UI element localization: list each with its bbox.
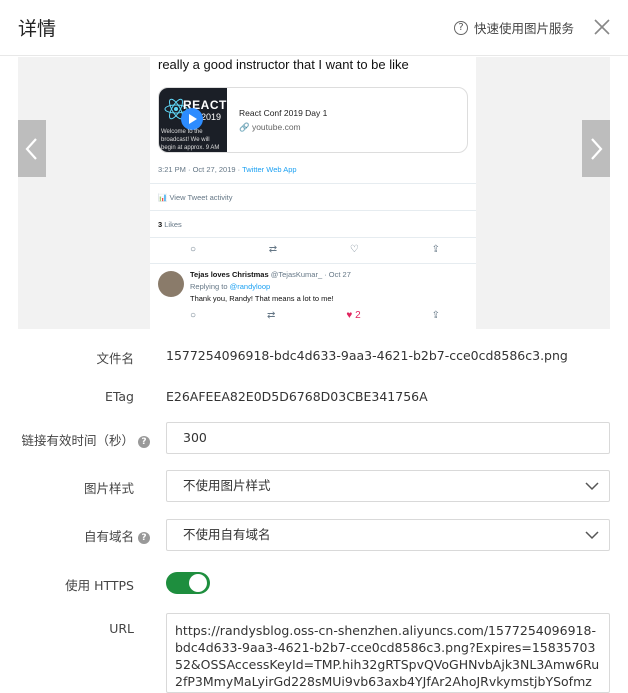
like-icon: ♡ — [349, 244, 359, 255]
url-label: URL — [109, 621, 134, 636]
link-card: REACT 2019 Welcome to the broadcast! We … — [158, 87, 468, 153]
custom-domain-label: 自有域名? — [60, 526, 150, 545]
style-label: 图片样式 — [83, 481, 134, 496]
quick-start-link[interactable]: ? 快速使用图片服务 — [454, 18, 574, 37]
divider — [150, 237, 476, 238]
url-textarea[interactable]: https://randysblog.oss-cn-shenzhen.aliyu… — [166, 613, 610, 693]
toggle-knob — [189, 574, 207, 592]
share-icon: ⇪ — [431, 244, 440, 255]
divider — [150, 210, 476, 211]
retweet-icon: ⇄ — [268, 244, 278, 255]
info-icon[interactable]: ? — [138, 532, 150, 544]
filename-label: 文件名 — [96, 351, 134, 366]
tweet-activity: 📊 View Tweet activity — [158, 193, 233, 202]
etag-value: E26AFEEA82E0D5D6768D03CBE341756A — [166, 389, 428, 404]
quick-start-label: 快速使用图片服务 — [474, 21, 575, 36]
https-label: 使用 HTTPS — [65, 578, 134, 593]
preview-image-tweet: really a good instructor that I want to … — [150, 57, 476, 329]
https-toggle[interactable] — [166, 572, 210, 594]
reply-icon: ○ — [190, 310, 197, 321]
card-image-caption: Welcome to the broadcast! We will begin … — [161, 129, 220, 151]
tweet-text: really a good instructor that I want to … — [158, 57, 409, 72]
chevron-down-icon — [585, 482, 599, 491]
dialog-header: 详情 ? 快速使用图片服务 — [0, 0, 628, 56]
etag-label: ETag — [104, 389, 134, 404]
image-preview: really a good instructor that I want to … — [18, 57, 610, 329]
reply-text: Thank you, Randy! That means a lot to me… — [190, 294, 334, 303]
share-icon: ⇪ — [431, 310, 440, 321]
reply-to: Replying to @randyloop — [190, 282, 271, 291]
reply-icon: ○ — [190, 244, 197, 255]
card-image-year: 2019 — [201, 112, 222, 122]
card-thumbnail: REACT 2019 Welcome to the broadcast! We … — [159, 88, 227, 152]
avatar — [158, 271, 184, 297]
expire-input[interactable]: 300 — [166, 422, 610, 454]
filename-value: 1577254096918-bdc4d633-9aa3-4621-b2b7-cc… — [166, 348, 568, 363]
help-icon: ? — [454, 20, 468, 35]
chevron-left-icon — [25, 137, 37, 160]
previous-image-button[interactable] — [18, 120, 46, 177]
next-image-button[interactable] — [582, 120, 610, 177]
tweet-time: 3:21 PM · Oct 27, 2019 · Twitter Web App — [158, 165, 297, 174]
chevron-down-icon — [585, 531, 599, 540]
divider — [150, 263, 476, 264]
like-icon: ♥ 2 — [346, 310, 361, 321]
info-icon[interactable]: ? — [138, 436, 150, 448]
custom-domain-select[interactable]: 不使用自有域名 — [166, 519, 610, 551]
close-icon[interactable] — [592, 17, 612, 37]
tweet-likes: 3 Likes — [158, 220, 182, 229]
card-title: React Conf 2019 Day 1 — [239, 108, 328, 118]
divider — [150, 183, 476, 184]
reply-actions: ○ ⇄ ♥ 2 ⇪ — [190, 310, 440, 321]
dialog-title: 详情 — [18, 18, 57, 40]
play-icon — [181, 108, 203, 130]
card-domain: 🔗 youtube.com — [239, 122, 301, 132]
image-style-select[interactable]: 不使用图片样式 — [166, 470, 610, 502]
chevron-right-icon — [591, 137, 603, 160]
expire-label: 链接有效时间（秒）? — [10, 430, 150, 449]
tweet-actions: ○ ⇄ ♡ ⇪ — [190, 244, 440, 255]
reply-author: Tejas loves Christmas @TejasKumar_ · Oct… — [190, 270, 351, 279]
retweet-icon: ⇄ — [267, 310, 276, 321]
